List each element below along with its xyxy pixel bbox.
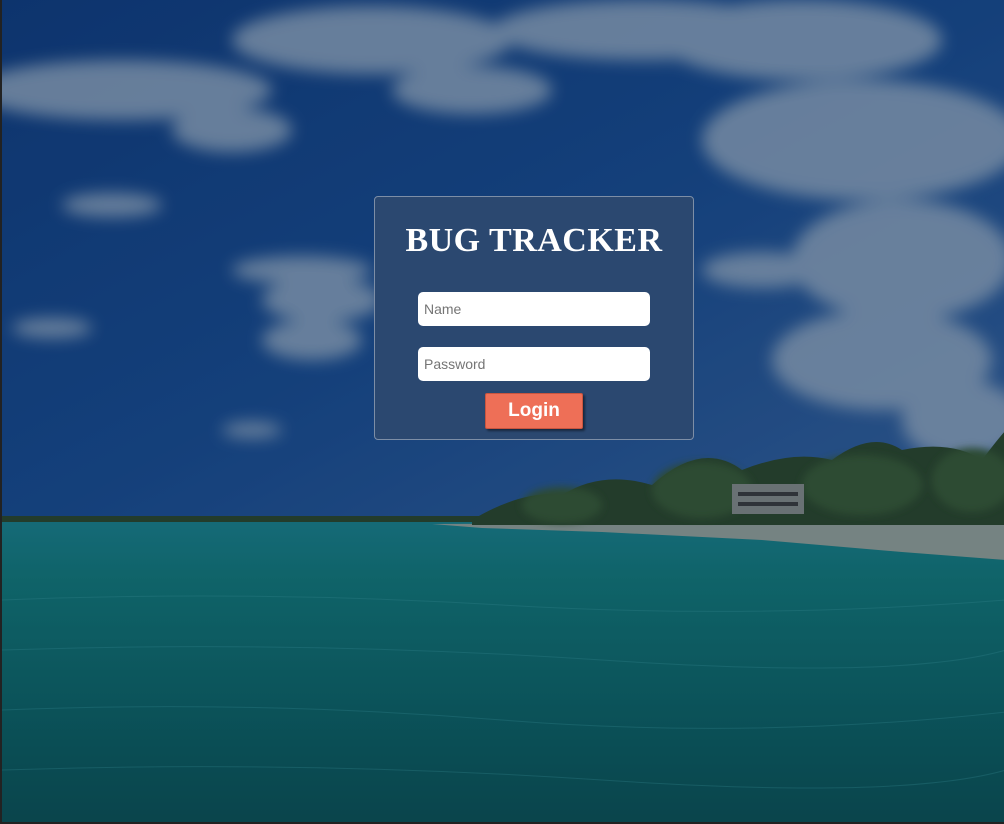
login-card: BUG TRACKER Login [374, 196, 694, 440]
name-input[interactable] [418, 292, 650, 326]
password-input[interactable] [418, 347, 650, 381]
login-button[interactable]: Login [485, 393, 583, 429]
app-title: BUG TRACKER [405, 222, 663, 259]
